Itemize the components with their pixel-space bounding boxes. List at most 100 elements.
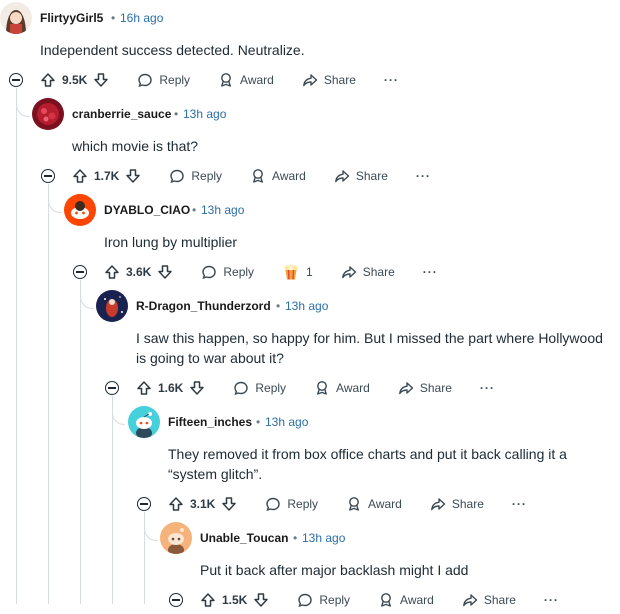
vote-count: 1.5K	[222, 593, 248, 607]
avatar[interactable]	[64, 194, 96, 226]
avatar[interactable]	[0, 2, 32, 34]
award-button[interactable]: Award	[346, 496, 402, 512]
upvote-icon[interactable]	[168, 496, 184, 512]
vote-control: 3.6K	[104, 264, 173, 280]
vote-count: 9.5K	[62, 73, 88, 87]
avatar[interactable]	[160, 522, 192, 554]
downvote-icon[interactable]	[221, 496, 237, 512]
award-count: 1	[306, 265, 313, 279]
comment-text: Put it back after major backlash might I…	[200, 562, 469, 578]
vote-control: 1.6K	[136, 380, 205, 396]
reply-icon	[234, 381, 249, 396]
comment-text: They removed it from box office charts a…	[168, 446, 567, 482]
award-button[interactable]: Award	[218, 72, 274, 88]
timestamp[interactable]: 13h ago	[302, 531, 345, 545]
collapse-button[interactable]	[9, 73, 23, 87]
reply-button[interactable]: Reply	[265, 496, 318, 512]
more-options-button[interactable]: ···	[423, 265, 438, 279]
more-options-button[interactable]: ···	[384, 73, 399, 87]
downvote-icon[interactable]	[157, 264, 173, 280]
timestamp[interactable]: 13h ago	[183, 107, 226, 121]
action-row: 3.1K Reply Award Share ···	[168, 490, 527, 518]
share-button[interactable]: Share	[430, 496, 484, 512]
reply-label: Reply	[287, 497, 319, 511]
collapse-button[interactable]	[41, 169, 55, 183]
downvote-icon[interactable]	[189, 380, 205, 396]
timestamp[interactable]: 13h ago	[285, 299, 328, 313]
username[interactable]: DYABLO_CIAO	[104, 203, 190, 217]
reply-label: Reply	[191, 169, 223, 183]
vote-control: 9.5K	[40, 72, 109, 88]
downvote-icon[interactable]	[93, 72, 109, 88]
username[interactable]: FlirtyyGirl5	[40, 11, 103, 25]
award-icon	[381, 593, 391, 607]
share-button[interactable]: Share	[341, 264, 395, 280]
share-label: Share	[483, 593, 516, 607]
comment-text: which movie is that?	[72, 138, 199, 154]
thread-line[interactable]	[16, 88, 17, 604]
username[interactable]: Unable_Toucan	[200, 531, 288, 545]
downvote-icon[interactable]	[253, 592, 269, 608]
share-button[interactable]: Share	[398, 380, 452, 396]
more-options-button[interactable]: ···	[480, 381, 495, 395]
action-row: 9.5K Reply Award Share ···	[40, 66, 399, 94]
reply-icon	[170, 169, 185, 184]
share-icon	[334, 170, 350, 183]
reply-button[interactable]: Reply	[297, 592, 350, 608]
more-options-button[interactable]: ···	[416, 169, 431, 183]
collapse-button[interactable]	[137, 497, 151, 511]
avatar[interactable]	[96, 290, 128, 322]
upvote-icon[interactable]	[104, 264, 120, 280]
upvote-icon[interactable]	[40, 72, 56, 88]
thread-line[interactable]	[144, 512, 145, 604]
action-row: 3.6K Reply 1 Share ···	[104, 258, 438, 286]
upvote-icon[interactable]	[72, 168, 88, 184]
award-label: Award	[272, 169, 306, 183]
comment-text: Iron lung by multiplier	[104, 234, 238, 250]
action-row: 1.6K Reply Award Share ···	[136, 374, 495, 402]
username[interactable]: cranberrie_sauce	[72, 107, 171, 121]
action-row: 1.5K Reply Award Share ···	[200, 586, 559, 614]
avatar[interactable]	[32, 98, 64, 130]
thread-line[interactable]	[80, 280, 81, 604]
reply-icon	[138, 73, 153, 88]
collapse-button[interactable]	[73, 265, 87, 279]
avatar[interactable]	[128, 406, 160, 438]
thread-connector	[48, 200, 61, 213]
thread-line[interactable]	[112, 396, 113, 604]
award-icon	[349, 497, 359, 511]
timestamp[interactable]: 13h ago	[265, 415, 308, 429]
share-button[interactable]: Share	[334, 168, 388, 184]
reply-icon	[298, 593, 313, 608]
username[interactable]: R-Dragon_Thunderzord	[136, 299, 271, 313]
upvote-icon[interactable]	[136, 380, 152, 396]
timestamp[interactable]: 13h ago	[201, 203, 244, 217]
downvote-icon[interactable]	[125, 168, 141, 184]
collapse-button[interactable]	[169, 593, 183, 607]
username[interactable]: Fifteen_inches	[168, 415, 252, 429]
timestamp[interactable]: 16h ago	[120, 11, 163, 25]
share-button[interactable]: Share	[462, 592, 516, 608]
collapse-button[interactable]	[105, 381, 119, 395]
share-icon	[430, 498, 446, 511]
share-icon	[302, 74, 318, 87]
thread-line[interactable]	[48, 184, 49, 604]
award-button[interactable]: Award	[314, 380, 370, 396]
award-button[interactable]: Award	[250, 168, 306, 184]
upvote-icon[interactable]	[200, 592, 216, 608]
more-options-button[interactable]: ···	[512, 497, 527, 511]
reply-icon	[202, 265, 217, 280]
reply-button[interactable]: Reply	[201, 264, 254, 280]
award-button[interactable]: Award	[378, 592, 434, 608]
reply-button[interactable]: Reply	[233, 380, 286, 396]
separator: •	[293, 531, 298, 545]
share-icon	[341, 266, 356, 279]
vote-count: 1.6K	[158, 381, 184, 395]
share-label: Share	[419, 381, 452, 395]
reply-button[interactable]: Reply	[137, 72, 190, 88]
more-options-button[interactable]: ···	[544, 593, 559, 607]
share-button[interactable]: Share	[302, 72, 356, 88]
award-button[interactable]: 1	[282, 263, 313, 281]
reply-label: Reply	[223, 265, 255, 279]
reply-button[interactable]: Reply	[169, 168, 222, 184]
